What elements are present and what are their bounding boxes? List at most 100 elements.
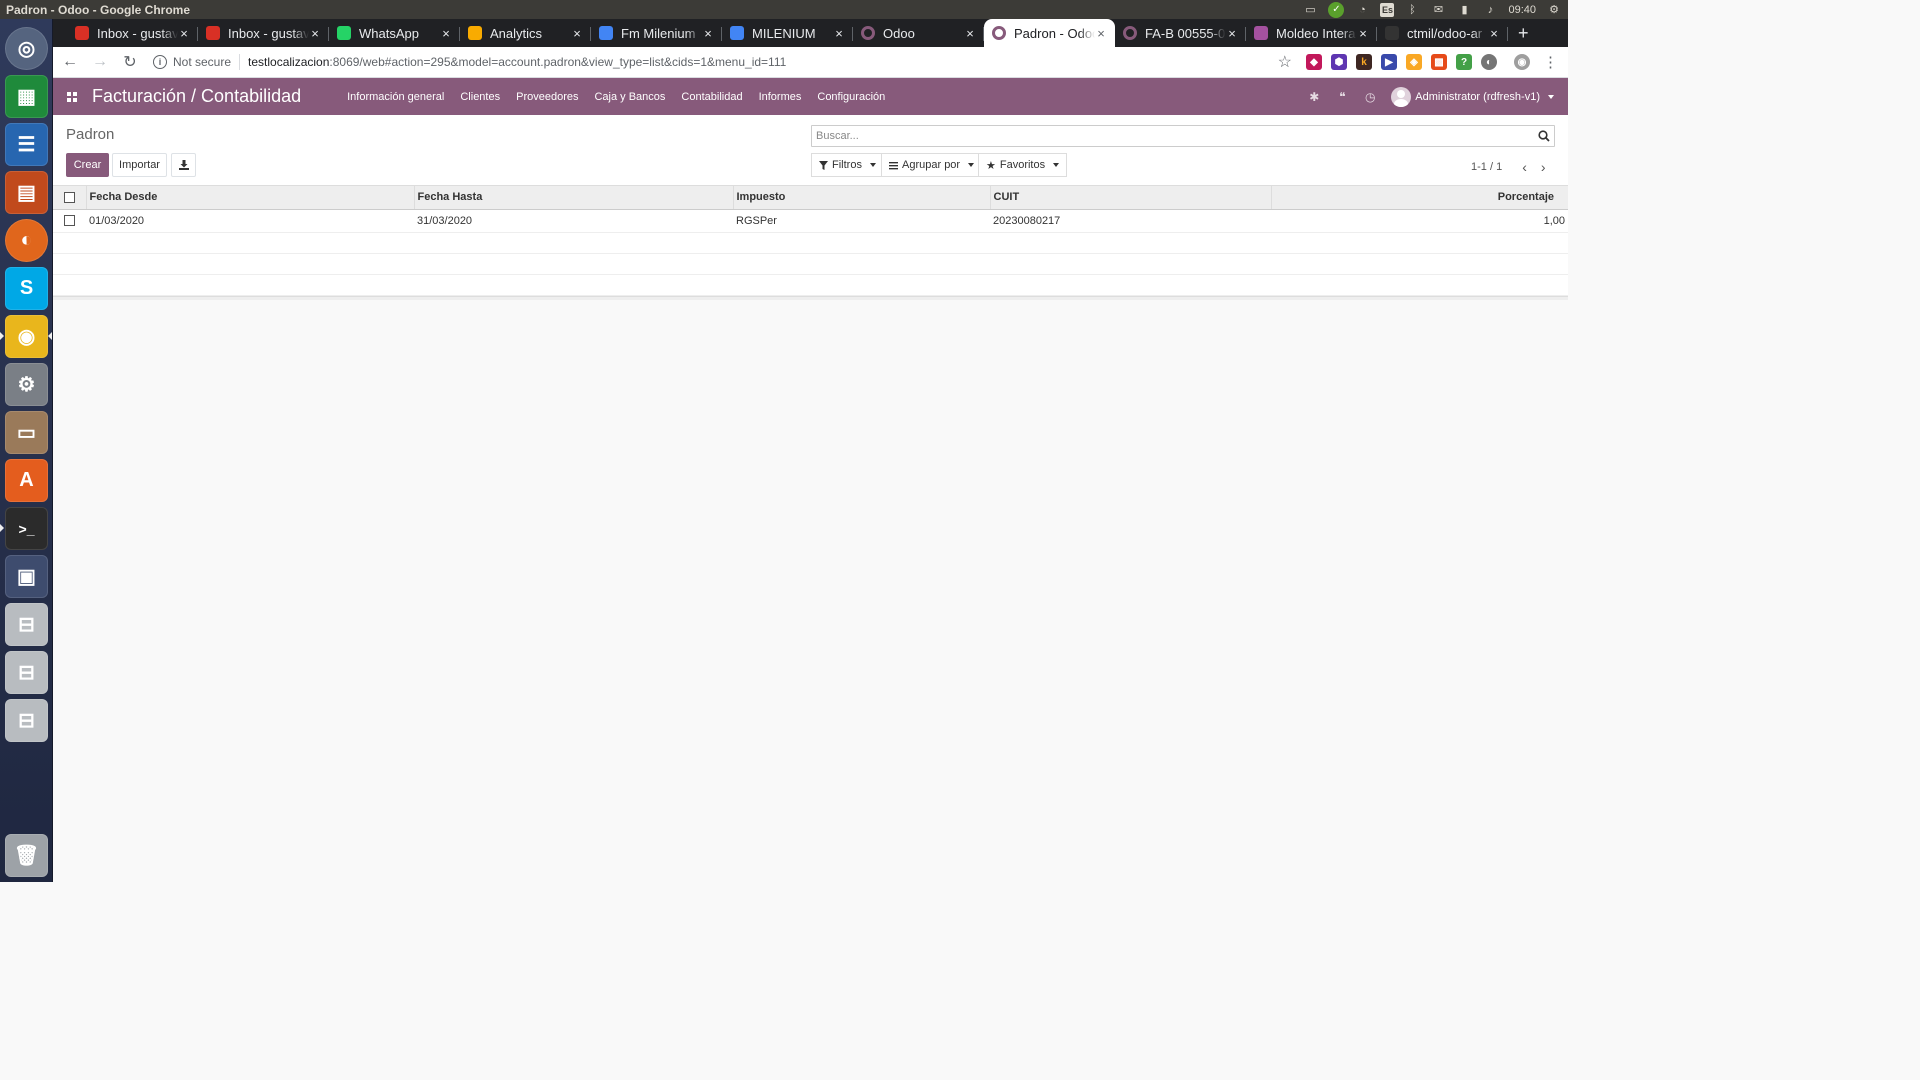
extension-icon[interactable]: ▶ xyxy=(1381,54,1397,70)
forward-arrow-icon[interactable]: → xyxy=(87,49,113,75)
cell-porcentaje[interactable]: 1,00 xyxy=(1271,209,1568,233)
search-icon[interactable] xyxy=(1534,130,1554,142)
volume-icon[interactable]: ♪ xyxy=(1482,3,1498,17)
chat-icon[interactable]: ❝ xyxy=(1335,90,1349,104)
display-icon[interactable]: ▭ xyxy=(1302,3,1318,17)
browser-tab[interactable]: MILENIUM × xyxy=(722,19,853,47)
url-host[interactable]: testlocalizacion xyxy=(248,55,329,69)
browser-tab[interactable]: Odoo × xyxy=(853,19,984,47)
close-tab-icon[interactable]: × xyxy=(1488,26,1500,41)
skype-icon[interactable]: S xyxy=(5,267,48,310)
browser-tab[interactable]: Inbox - gustav × xyxy=(67,19,198,47)
libreoffice-impress-icon[interactable]: ▤ xyxy=(5,171,48,214)
libreoffice-calc-icon[interactable]: ▦ xyxy=(5,75,48,118)
bookmark-star-icon[interactable]: ☆ xyxy=(1278,52,1292,72)
table-row[interactable]: 01/03/2020 31/03/2020 RGSPer 20230080217… xyxy=(53,209,1568,233)
activity-clock-icon[interactable]: ◷ xyxy=(1363,90,1377,104)
bluetooth-icon[interactable]: ᛒ xyxy=(1404,3,1420,17)
cell-impuesto[interactable]: RGSPer xyxy=(733,209,990,233)
profile-avatar-icon[interactable]: ◉ xyxy=(1514,54,1530,70)
cell-fecha-hasta[interactable]: 31/03/2020 xyxy=(414,209,733,233)
browser-tab[interactable]: Padron - Odoo × xyxy=(984,19,1115,47)
extension-icon[interactable]: ◈ xyxy=(1406,54,1422,70)
keyboard-layout-indicator[interactable]: Es xyxy=(1380,2,1395,17)
reload-icon[interactable]: ↻ xyxy=(117,49,143,75)
favorites-dropdown[interactable]: ★ Favoritos xyxy=(978,153,1068,177)
firefox-icon[interactable]: ◐ xyxy=(5,219,48,262)
extension-icon[interactable]: ⬢ xyxy=(1331,54,1347,70)
close-tab-icon[interactable]: × xyxy=(178,26,190,41)
file-manager-icon[interactable]: ▭ xyxy=(5,411,48,454)
workspace-switcher-icon[interactable]: ▣ xyxy=(5,555,48,598)
battery-icon[interactable]: ▮ xyxy=(1456,3,1472,17)
extension-icon[interactable]: ▩ xyxy=(1431,54,1447,70)
column-fecha-desde[interactable]: Fecha Desde xyxy=(86,186,415,210)
drive-icon[interactable]: ⊟ xyxy=(5,603,48,646)
browser-tab[interactable]: Fm Milenium × xyxy=(591,19,722,47)
column-fecha-hasta[interactable]: Fecha Hasta xyxy=(414,186,734,210)
menu-clientes[interactable]: Clientes xyxy=(452,78,508,115)
address-bar[interactable]: i Not secure testlocalizacion:8069/web#a… xyxy=(153,49,1278,75)
trash-icon[interactable]: 🗑 xyxy=(5,834,48,877)
column-porcentaje[interactable]: Porcentaje xyxy=(1271,186,1568,210)
close-tab-icon[interactable]: × xyxy=(440,26,452,41)
debug-bug-icon[interactable]: ✱ xyxy=(1307,90,1321,104)
power-gear-icon[interactable]: ⚙ xyxy=(1546,3,1562,17)
close-tab-icon[interactable]: × xyxy=(1095,26,1107,41)
pager-previous-icon[interactable]: ‹ xyxy=(1522,159,1527,175)
extension-icon[interactable]: ◆ xyxy=(1306,54,1322,70)
sync-ok-icon[interactable]: ✓ xyxy=(1328,1,1345,18)
column-cuit[interactable]: CUIT xyxy=(990,186,1272,210)
libreoffice-writer-icon[interactable]: ☰ xyxy=(5,123,48,166)
new-tab-plus-icon[interactable]: + xyxy=(1508,19,1539,47)
user-menu[interactable]: Administrator (rdfresh-v1) xyxy=(1391,86,1554,107)
menu-proveedores[interactable]: Proveedores xyxy=(508,78,586,115)
back-arrow-icon[interactable]: ← xyxy=(57,49,83,75)
menu-contabilidad[interactable]: Contabilidad xyxy=(673,78,750,115)
pager-next-icon[interactable]: › xyxy=(1541,159,1546,175)
url-path[interactable]: :8069/web#action=295&model=account.padro… xyxy=(329,55,786,69)
menu-configuracion[interactable]: Configuración xyxy=(809,78,893,115)
ubuntu-dash-icon[interactable]: ◎ xyxy=(5,27,48,70)
close-tab-icon[interactable]: × xyxy=(309,26,321,41)
import-button[interactable]: Importar xyxy=(112,153,167,177)
app-brand[interactable]: Facturación / Contabilidad xyxy=(92,86,301,107)
search-input[interactable] xyxy=(812,126,1534,146)
menu-caja-y-bancos[interactable]: Caja y Bancos xyxy=(586,78,673,115)
extension-icon[interactable]: ◐ xyxy=(1481,54,1497,70)
filters-dropdown[interactable]: Filtros xyxy=(811,153,884,177)
group-by-dropdown[interactable]: Agrupar por xyxy=(881,153,983,177)
terminal-icon[interactable]: >_ xyxy=(5,507,48,550)
drive-icon[interactable]: ⊟ xyxy=(5,651,48,694)
browser-tab[interactable]: FA-B 00555-00 × xyxy=(1115,19,1246,47)
apps-menu-icon[interactable] xyxy=(59,78,85,115)
menu-informacion-general[interactable]: Información general xyxy=(339,78,452,115)
cell-fecha-desde[interactable]: 01/03/2020 xyxy=(86,209,414,233)
mail-icon[interactable]: ✉ xyxy=(1430,3,1446,17)
create-button[interactable]: Crear xyxy=(66,153,109,177)
browser-tab[interactable]: WhatsApp × xyxy=(329,19,460,47)
extension-icon[interactable]: ? xyxy=(1456,54,1472,70)
close-tab-icon[interactable]: × xyxy=(702,26,714,41)
wifi-icon[interactable]: ◔ xyxy=(1354,3,1370,17)
browser-tab[interactable]: Moldeo Intera × xyxy=(1246,19,1377,47)
chrome-icon[interactable]: ◉ xyxy=(5,315,48,358)
browser-menu-icon[interactable]: ⋮ xyxy=(1543,53,1558,71)
software-center-icon[interactable]: A xyxy=(5,459,48,502)
close-tab-icon[interactable]: × xyxy=(571,26,583,41)
browser-tab[interactable]: Inbox - gustav × xyxy=(198,19,329,47)
security-status[interactable]: Not secure xyxy=(173,55,231,69)
menu-informes[interactable]: Informes xyxy=(751,78,810,115)
info-icon[interactable]: i xyxy=(153,55,167,69)
browser-tab[interactable]: ctmil/odoo-ar × xyxy=(1377,19,1508,47)
close-tab-icon[interactable]: × xyxy=(1357,26,1369,41)
drive-icon[interactable]: ⊟ xyxy=(5,699,48,742)
close-tab-icon[interactable]: × xyxy=(964,26,976,41)
browser-tab[interactable]: Analytics × xyxy=(460,19,591,47)
cell-cuit[interactable]: 20230080217 xyxy=(990,209,1271,233)
column-impuesto[interactable]: Impuesto xyxy=(733,186,991,210)
pager-value[interactable]: 1-1 / 1 xyxy=(1471,161,1502,173)
select-all-checkbox[interactable] xyxy=(63,191,75,203)
row-checkbox[interactable] xyxy=(64,215,75,227)
close-tab-icon[interactable]: × xyxy=(1226,26,1238,41)
